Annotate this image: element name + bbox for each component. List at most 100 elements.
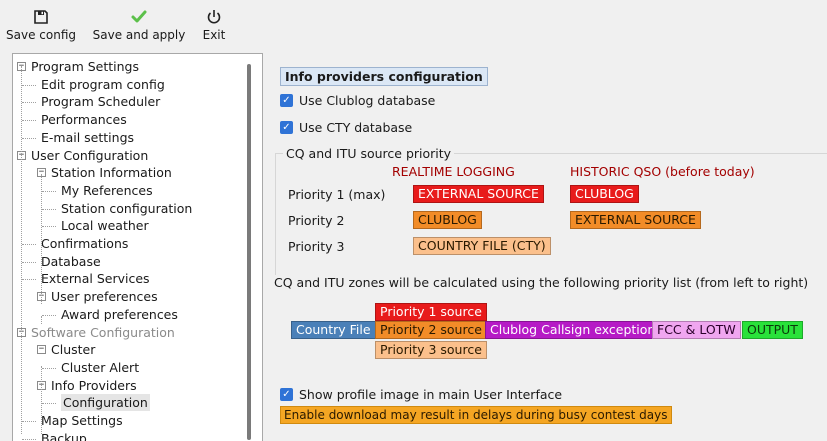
use-clublog-label: Use Clublog database <box>299 92 436 108</box>
tree-item-label: Confirmations <box>41 236 129 251</box>
save-and-apply-button[interactable]: Save and apply <box>86 8 192 42</box>
use-cty-label: Use CTY database <box>299 119 413 135</box>
priority-3-label: Priority 3 <box>288 239 345 254</box>
tree-item-e-mail-settings[interactable]: E-mail settings <box>13 129 243 146</box>
flow-priority-3-tag: Priority 3 source <box>375 341 487 359</box>
priority-1-label: Priority 1 (max) <box>288 187 386 202</box>
tree-item-station-information[interactable]: − Station Information <box>13 164 243 181</box>
tree-connector <box>42 314 56 316</box>
tree-item-backup[interactable]: Backup <box>13 430 243 441</box>
save-config-button[interactable]: Save config <box>4 8 78 42</box>
collapse-icon[interactable]: − <box>37 345 46 355</box>
tree-item-label: Configuration <box>61 394 150 412</box>
tree-connector <box>42 226 56 228</box>
checkbox-checked-icon: ✓ <box>280 120 293 134</box>
tree-item-external-services[interactable]: External Services <box>13 270 243 287</box>
tree-item-award-preferences[interactable]: Award preferences <box>13 306 243 323</box>
floppy-disk-icon <box>34 10 48 24</box>
tree-item-label: Map Settings <box>41 413 123 428</box>
tree-connector <box>22 438 36 440</box>
use-clublog-checkbox[interactable]: ✓ Use Clublog database <box>280 91 435 109</box>
tree-item-edit-program-config[interactable]: Edit program config <box>13 76 243 93</box>
tree-item-user-preferences[interactable]: − User preferences <box>13 288 243 305</box>
tree-item-label: Award preferences <box>61 306 178 322</box>
tree-item-label: Performances <box>41 112 127 128</box>
tree-item-label: Cluster <box>51 342 96 358</box>
tree-item-program-settings[interactable]: − Program Settings <box>13 58 243 75</box>
tree-item-label: Edit program config <box>41 76 165 92</box>
priority-2-historic-tag[interactable]: EXTERNAL SOURCE <box>570 211 701 229</box>
section-title: Info providers configuration <box>280 67 488 86</box>
tree-guide-line <box>41 316 42 324</box>
flow-priority-1-tag: Priority 1 source <box>375 303 487 321</box>
tree-connector <box>22 279 36 281</box>
tree-item-label: E-mail settings <box>41 129 135 145</box>
checkbox-checked-icon: ✓ <box>280 387 293 401</box>
tree-item-label: Cluster Alert <box>61 359 140 375</box>
tree-item-cluster-alert[interactable]: Cluster Alert <box>13 359 243 376</box>
tree-item-cluster[interactable]: − Cluster <box>13 341 243 358</box>
tree-item-my-references[interactable]: My References <box>13 182 243 199</box>
priority-2-realtime-tag[interactable]: CLUBLOG <box>413 211 482 229</box>
flow-clublog-exception-tag: Clublog Callsign exception <box>485 321 661 339</box>
tree-item-label: Station configuration <box>61 200 193 216</box>
tree-connector <box>22 261 36 263</box>
save-config-label: Save config <box>6 28 76 42</box>
tree-item-database[interactable]: Database <box>13 253 243 270</box>
settings-tree[interactable]: − Program Settings Edit program config Prog… <box>12 53 263 441</box>
tree-connector <box>22 84 36 86</box>
tree-item-map-settings[interactable]: Map Settings <box>13 412 243 429</box>
priority-group-title: CQ and ITU source priority <box>283 146 455 161</box>
tree-guide-line <box>41 366 42 434</box>
tree-item-configuration[interactable]: Configuration <box>13 394 243 412</box>
historic-column-header: HISTORIC QSO (before today) <box>570 164 755 179</box>
tree-item-label: Program Scheduler <box>41 94 161 110</box>
show-profile-image-checkbox[interactable]: ✓ Show profile image in main User Interf… <box>280 385 562 403</box>
tree-item-user-configuration[interactable]: − User Configuration <box>13 147 243 164</box>
tree-connector <box>42 403 56 405</box>
exit-label: Exit <box>202 28 226 42</box>
tree-scrollbar[interactable] <box>247 64 251 440</box>
tree-guide-line <box>21 66 22 434</box>
tree-item-label: User Configuration <box>31 147 149 163</box>
tree-item-label: Software Configuration <box>31 324 175 340</box>
tree-item-program-scheduler[interactable]: Program Scheduler <box>13 93 243 110</box>
flow-fcc-lotw-tag: FCC & LOTW <box>652 321 741 339</box>
show-profile-image-label: Show profile image in main User Interfac… <box>299 386 563 402</box>
tree-item-label: My References <box>61 182 153 198</box>
tree-item-label: Info Providers <box>51 377 137 393</box>
tree-item-confirmations[interactable]: Confirmations <box>13 235 243 252</box>
tree-item-label: Station Information <box>51 165 172 181</box>
flow-output-tag: OUTPUT <box>742 321 803 339</box>
tree-connector <box>22 102 36 104</box>
tree-connector <box>22 120 36 122</box>
priority-1-realtime-tag[interactable]: EXTERNAL SOURCE <box>413 185 544 203</box>
tree-item-label: External Services <box>41 271 150 287</box>
priority-1-historic-tag[interactable]: CLUBLOG <box>570 185 639 203</box>
tree-item-station-configuration[interactable]: Station configuration <box>13 200 243 217</box>
tree-item-software-configuration[interactable]: − Software Configuration <box>13 324 243 341</box>
flow-priority-2-tag: Priority 2 source <box>375 321 487 339</box>
use-cty-checkbox[interactable]: ✓ Use CTY database <box>280 118 412 136</box>
tree-item-local-weather[interactable]: Local weather <box>13 217 243 234</box>
tree-item-info-providers[interactable]: − Info Providers <box>13 377 243 394</box>
checkmark-icon <box>131 10 147 23</box>
tree-guide-line <box>41 174 42 304</box>
tree-item-performances[interactable]: Performances <box>13 111 243 128</box>
tree-item-label: Local weather <box>61 218 149 234</box>
realtime-column-header: REALTIME LOGGING <box>392 164 515 179</box>
tree-connector <box>22 421 36 422</box>
download-warning: Enable download may result in delays dur… <box>280 406 672 424</box>
info-providers-panel: Info providers configuration ✓ Use Clubl… <box>263 53 827 441</box>
zones-description: CQ and ITU zones will be calculated usin… <box>274 275 809 290</box>
exit-button[interactable]: Exit <box>199 8 229 42</box>
tree-connector <box>22 244 36 245</box>
tree-item-label: Database <box>41 253 101 269</box>
power-icon <box>207 10 221 24</box>
priority-3-realtime-tag[interactable]: COUNTRY FILE (CTY) <box>413 237 551 255</box>
checkbox-checked-icon: ✓ <box>280 93 293 107</box>
tree-item-label: User preferences <box>51 289 158 305</box>
save-and-apply-label: Save and apply <box>92 28 186 42</box>
toolbar: Save config Save and apply Exit <box>0 0 827 50</box>
tree-connector <box>42 367 56 369</box>
